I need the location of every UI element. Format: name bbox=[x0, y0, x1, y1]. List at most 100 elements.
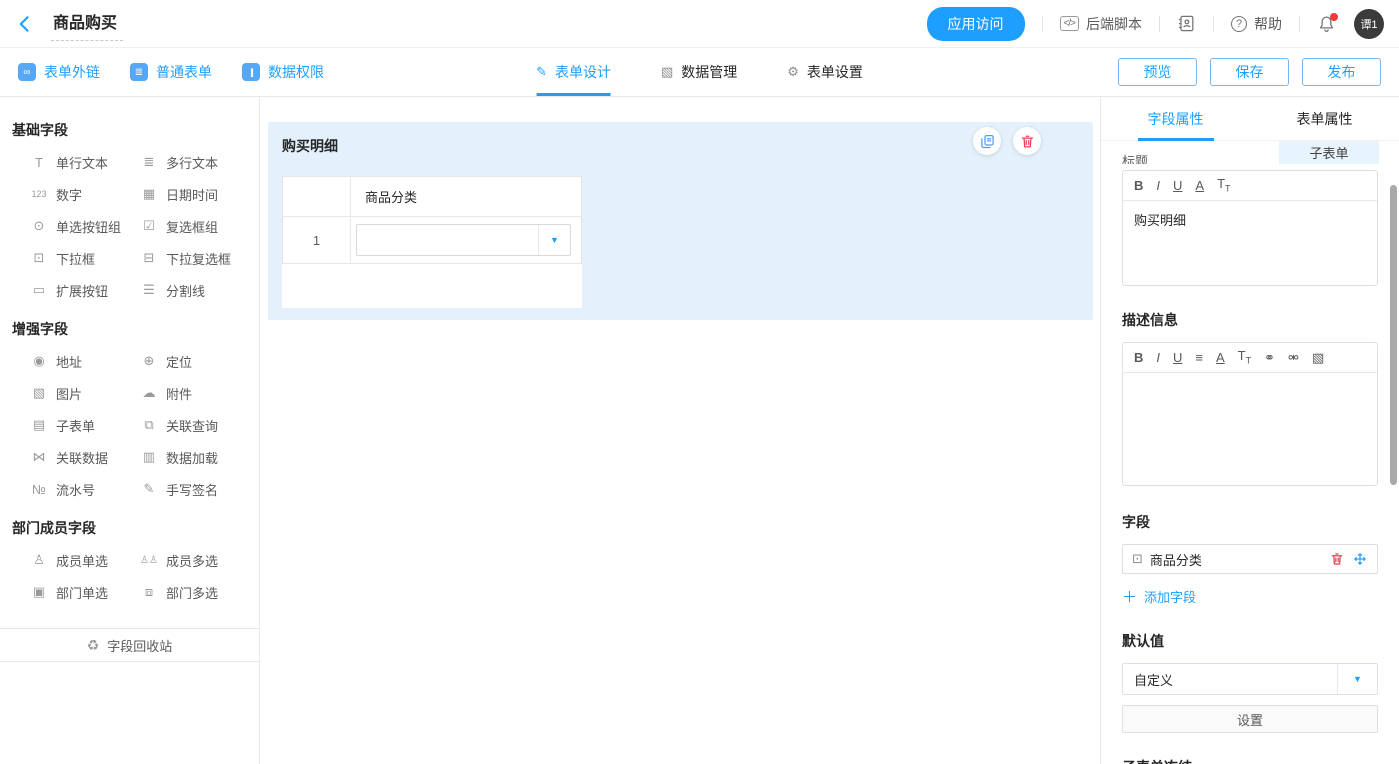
sidebar-item-image[interactable]: ▧图片 bbox=[30, 377, 140, 409]
section-title: 部门成员字段 bbox=[12, 518, 259, 538]
tab-form-properties[interactable]: 表单属性 bbox=[1250, 97, 1399, 140]
field-recycle-bin[interactable]: ♻ 字段回收站 bbox=[0, 628, 259, 662]
department-single-icon: ▣ bbox=[30, 584, 48, 600]
sidebar-item-department-single[interactable]: ▣部门单选 bbox=[30, 576, 140, 608]
sidebar-item-label: 关联查询 bbox=[166, 416, 218, 435]
settings-button[interactable]: 设置 bbox=[1122, 705, 1378, 733]
sidebar-item-checkbox-group[interactable]: ☑复选框组 bbox=[140, 210, 250, 242]
sidebar-item-related-query[interactable]: ⧉关联查询 bbox=[140, 409, 250, 441]
save-button[interactable]: 保存 bbox=[1210, 58, 1289, 86]
panel-scrollbar[interactable] bbox=[1390, 185, 1397, 485]
sidebar-item-label: 下拉框 bbox=[56, 249, 95, 268]
back-icon[interactable] bbox=[15, 14, 35, 34]
underline-icon[interactable]: U bbox=[1173, 351, 1182, 364]
add-field-button[interactable]: ＋ 添加字段 bbox=[1122, 586, 1378, 607]
data-chart-icon: ▧ bbox=[661, 64, 673, 80]
tab-form-design[interactable]: ✎表单设计 bbox=[536, 48, 611, 96]
sidebar-item-label: 子表单 bbox=[56, 416, 95, 435]
bold-icon[interactable]: B bbox=[1134, 351, 1143, 364]
sidebar-item-dropdown[interactable]: ⊡ 下拉框 bbox=[30, 242, 140, 274]
preview-button[interactable]: 预览 bbox=[1118, 58, 1197, 86]
publish-button[interactable]: 发布 bbox=[1302, 58, 1381, 86]
category-select[interactable]: ▼ bbox=[356, 224, 571, 256]
default-value-select[interactable]: 自定义 ▼ bbox=[1122, 663, 1378, 695]
font-size-icon[interactable]: TT bbox=[1238, 349, 1251, 366]
index-column-header bbox=[283, 177, 351, 216]
delete-field-icon[interactable] bbox=[1329, 551, 1345, 567]
form-external-link-button[interactable]: ∞表单外链 bbox=[18, 62, 100, 82]
sidebar-item-single-line-text[interactable]: T单行文本 bbox=[30, 146, 140, 178]
app-access-button[interactable]: 应用访问 bbox=[927, 7, 1025, 41]
sidebar-item-address[interactable]: ◉地址 bbox=[30, 345, 140, 377]
sidebar-item-multi-line-text[interactable]: ≣多行文本 bbox=[140, 146, 250, 178]
plus-icon: ＋ bbox=[1122, 586, 1137, 607]
sidebar-item-related-data[interactable]: ⋈关联数据 bbox=[30, 441, 140, 473]
divider bbox=[1159, 16, 1160, 32]
help-button[interactable]: ? 帮助 bbox=[1231, 14, 1282, 34]
unlink-icon[interactable]: ⚮ bbox=[1288, 351, 1299, 364]
tab-form-settings[interactable]: ⚙表单设置 bbox=[787, 48, 863, 96]
font-color-icon[interactable]: A bbox=[1195, 179, 1204, 192]
image-icon[interactable]: ▧ bbox=[1312, 351, 1324, 364]
sidebar-item-handwritten-signature[interactable]: ✎手写签名 bbox=[140, 473, 250, 505]
dropdown-icon: ⊡ bbox=[30, 250, 48, 266]
sidebar-item-label: 数据加载 bbox=[166, 448, 218, 467]
divider bbox=[1213, 16, 1214, 32]
copy-widget-icon[interactable] bbox=[973, 127, 1001, 155]
sidebar-item-divider[interactable]: ☰分割线 bbox=[140, 274, 250, 306]
field-library-sidebar: 基础字段T单行文本≣多行文本123数字▦日期时间⊙单选按钮组☑复选框组⊡下拉框⊟… bbox=[0, 97, 260, 764]
chevron-down-icon: ▼ bbox=[1337, 664, 1377, 694]
sidebar-item-member-single[interactable]: ♙成员单选 bbox=[30, 544, 140, 576]
field-item-row[interactable]: ⊡ 商品分类 bbox=[1122, 544, 1378, 574]
link-icon: ∞ bbox=[18, 63, 36, 81]
title-editor-content[interactable]: 购买明细 bbox=[1123, 201, 1377, 285]
tab-field-properties[interactable]: 字段属性 bbox=[1101, 97, 1250, 140]
sidebar-item-radio-group[interactable]: ⊙单选按钮组 bbox=[30, 210, 140, 242]
link-icon[interactable]: ⚭ bbox=[1264, 351, 1275, 364]
sidebar-item-department-multi[interactable]: ⧈部门多选 bbox=[140, 576, 250, 608]
single-line-text-icon: T bbox=[30, 155, 48, 170]
description-editor-content[interactable] bbox=[1123, 373, 1377, 485]
sidebar-item-member-multi[interactable]: ♙♙成员多选 bbox=[140, 544, 250, 576]
italic-icon[interactable]: I bbox=[1156, 179, 1160, 192]
italic-icon[interactable]: I bbox=[1156, 351, 1160, 364]
sidebar-item-attachment[interactable]: ☁附件 bbox=[140, 377, 250, 409]
sidebar-item-serial-number[interactable]: №流水号 bbox=[30, 473, 140, 505]
attachment-icon: ☁ bbox=[140, 385, 158, 401]
sidebar-item-data-load[interactable]: ▥数据加载 bbox=[140, 441, 250, 473]
subform-widget-selected[interactable]: 购买明细 商品分类 1 bbox=[268, 122, 1093, 320]
font-color-icon[interactable]: A bbox=[1216, 351, 1225, 364]
toolbar-action-buttons: 预览保存发布 bbox=[1118, 58, 1381, 86]
normal-form-button[interactable]: ≣普通表单 bbox=[130, 62, 212, 82]
data-permission-button[interactable]: |||数据权限 bbox=[242, 62, 324, 82]
contacts-icon[interactable] bbox=[1177, 14, 1196, 33]
align-icon[interactable]: ≡ bbox=[1195, 351, 1203, 364]
underline-icon[interactable]: U bbox=[1173, 179, 1182, 192]
sidebar-item-label: 成员单选 bbox=[56, 551, 108, 570]
radio-group-icon: ⊙ bbox=[30, 218, 48, 234]
divider bbox=[1042, 16, 1043, 32]
sidebar-item-location[interactable]: ⊕定位 bbox=[140, 345, 250, 377]
sidebar-item-datetime[interactable]: ▦日期时间 bbox=[140, 178, 250, 210]
notification-bell-icon[interactable] bbox=[1317, 14, 1337, 34]
section-title: 增强字段 bbox=[12, 319, 259, 339]
sidebar-item-number[interactable]: 123数字 bbox=[30, 178, 140, 210]
sidebar-item-label: 下拉复选框 bbox=[166, 249, 231, 268]
bold-icon[interactable]: B bbox=[1134, 179, 1143, 192]
tab-data-management[interactable]: ▧ 数据管理 bbox=[661, 48, 737, 96]
font-size-icon[interactable]: TT bbox=[1217, 177, 1230, 194]
subform-add-row-strip[interactable] bbox=[282, 264, 582, 308]
tab-label: 数据管理 bbox=[681, 62, 737, 82]
related-data-icon: ⋈ bbox=[30, 449, 48, 465]
backend-script-button[interactable]: </> 后端脚本 bbox=[1060, 14, 1142, 34]
avatar[interactable]: 谭1 bbox=[1354, 9, 1384, 39]
serial-number-icon: № bbox=[30, 482, 48, 497]
sidebar-item-extend-button[interactable]: ▭扩展按钮 bbox=[30, 274, 140, 306]
recycle-icon: ♻ bbox=[87, 637, 100, 654]
delete-widget-icon[interactable] bbox=[1013, 127, 1041, 155]
move-field-icon[interactable] bbox=[1352, 551, 1368, 567]
page-title[interactable]: 商品购买 bbox=[51, 7, 123, 41]
form-design-canvas[interactable]: 购买明细 商品分类 1 bbox=[260, 97, 1100, 764]
sidebar-item-dropdown-multi[interactable]: ⊟下拉复选框 bbox=[140, 242, 250, 274]
sidebar-item-subform[interactable]: ▤子表单 bbox=[30, 409, 140, 441]
